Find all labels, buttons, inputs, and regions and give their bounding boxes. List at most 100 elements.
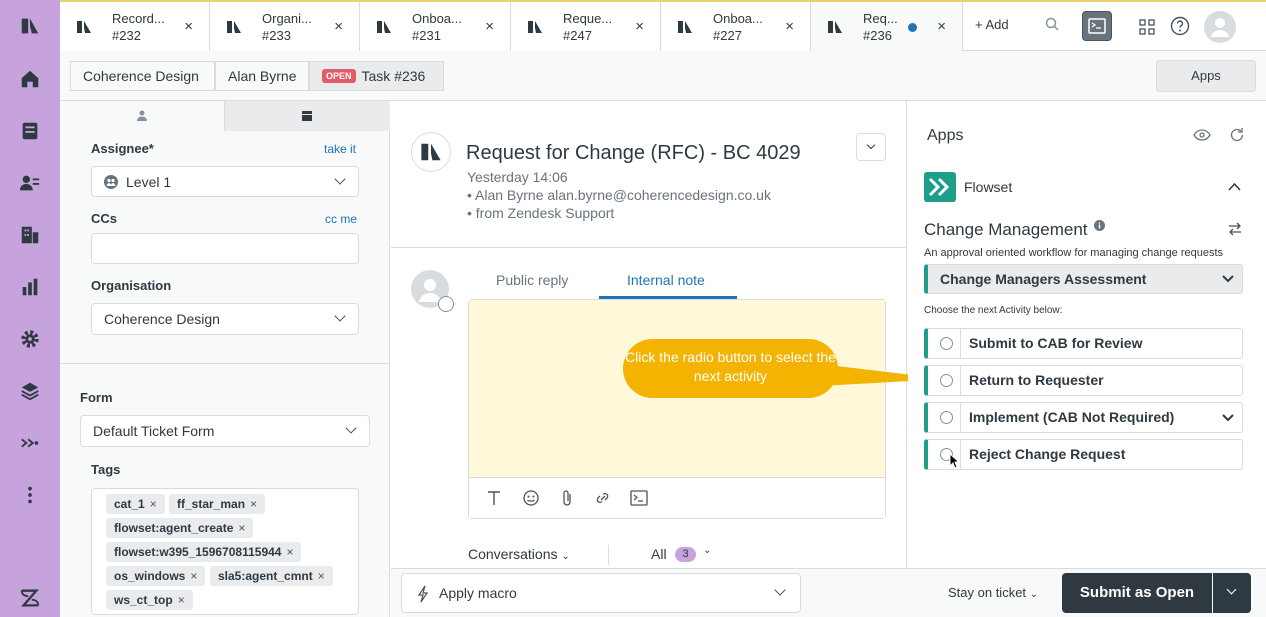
tab-number: #227 xyxy=(713,28,742,43)
form-select[interactable]: Default Ticket Form xyxy=(80,415,370,447)
tag-label: flowset:w395_1596708115944 xyxy=(114,545,282,559)
cc-me-link[interactable]: cc me xyxy=(325,212,357,226)
ticket-tab[interactable]: Organi... #233 × xyxy=(210,2,360,51)
close-icon[interactable]: × xyxy=(785,18,794,35)
tab-ticket[interactable] xyxy=(225,101,390,131)
chevron-up-icon[interactable] xyxy=(1228,182,1241,191)
organisation-select[interactable]: Coherence Design xyxy=(91,303,359,335)
emoji-icon[interactable] xyxy=(523,490,539,506)
flow-arrows-icon[interactable] xyxy=(18,431,42,455)
close-icon[interactable]: × xyxy=(485,18,494,35)
tag-chip[interactable]: ws_ct_top × xyxy=(106,590,193,610)
close-icon[interactable]: × xyxy=(184,18,193,35)
organizations-icon[interactable] xyxy=(18,223,42,247)
product-grid-icon[interactable] xyxy=(1139,19,1155,35)
admin-gear-icon[interactable] xyxy=(18,327,42,351)
chevron-down-icon: ⌄ xyxy=(561,551,570,562)
remove-tag-icon[interactable]: × xyxy=(150,497,157,511)
ticket-tab[interactable]: Reque... #247 × xyxy=(511,2,661,51)
activity-option[interactable]: Return to Requester xyxy=(924,365,1243,396)
breadcrumb-task[interactable]: OPEN Task #236 xyxy=(309,61,444,91)
activity-option[interactable]: Implement (CAB Not Required) xyxy=(924,402,1243,433)
submit-button[interactable]: Submit as Open xyxy=(1062,573,1212,613)
tag-chip[interactable]: sla5:agent_cmnt × xyxy=(210,566,333,586)
conversations-filter[interactable]: Conversations ⌄ xyxy=(468,546,570,562)
ticket-logo-icon xyxy=(227,21,241,33)
submit-options-button[interactable] xyxy=(1213,573,1251,613)
tab-internal-note[interactable]: Internal note xyxy=(627,272,705,288)
tab-title: Organi... xyxy=(262,11,312,26)
close-icon[interactable]: × xyxy=(635,18,644,35)
ticket-tab[interactable]: Onboa... #231 × xyxy=(360,2,511,51)
workflow-title: Change Management xyxy=(924,220,1106,240)
tag-chip[interactable]: ff_star_man × xyxy=(169,494,266,514)
ticket-tab[interactable]: Record... #232 × xyxy=(60,2,210,51)
breadcrumb-org[interactable]: Coherence Design xyxy=(70,61,215,91)
unsaved-dot-icon xyxy=(908,23,917,32)
tag-chip[interactable]: cat_1 × xyxy=(106,494,165,514)
divider xyxy=(960,440,961,469)
tab-public-reply[interactable]: Public reply xyxy=(496,272,568,288)
remove-tag-icon[interactable]: × xyxy=(178,593,185,607)
close-icon[interactable]: × xyxy=(334,18,343,35)
zendesk-logo-icon[interactable] xyxy=(18,14,42,38)
all-filter[interactable]: All xyxy=(651,546,667,562)
home-icon[interactable] xyxy=(18,67,42,91)
stack-icon[interactable] xyxy=(18,379,42,403)
remove-tag-icon[interactable]: × xyxy=(250,497,257,511)
add-tab-button[interactable]: + Add xyxy=(975,17,1009,32)
ccs-label: CCs xyxy=(91,211,118,226)
activity-radio[interactable] xyxy=(940,337,953,350)
swap-arrows-icon[interactable] xyxy=(1227,221,1243,237)
apply-macro-select[interactable]: Apply macro xyxy=(401,573,801,613)
console-icon[interactable] xyxy=(1082,11,1112,41)
tag-chip[interactable]: flowset:agent_create × xyxy=(106,518,254,538)
ticket-logo-icon xyxy=(828,21,842,33)
breadcrumb-user[interactable]: Alan Byrne xyxy=(215,61,309,91)
current-state-select[interactable]: Change Managers Assessment xyxy=(924,264,1243,294)
reporting-icon[interactable] xyxy=(18,275,42,299)
text-format-icon[interactable] xyxy=(487,490,501,506)
apps-button[interactable]: Apps xyxy=(1156,60,1256,92)
stay-on-ticket-select[interactable]: Stay on ticket ⌄ xyxy=(948,585,1038,600)
divider xyxy=(960,403,961,432)
search-icon[interactable] xyxy=(1045,17,1059,31)
activity-radio[interactable] xyxy=(940,411,953,424)
remove-tag-icon[interactable]: × xyxy=(238,521,245,535)
chevron-down-icon[interactable] xyxy=(1222,414,1234,422)
activity-radio[interactable] xyxy=(940,374,953,387)
remove-tag-icon[interactable]: × xyxy=(318,569,325,583)
workflow-description: An approval oriented workflow for managi… xyxy=(924,247,1224,259)
eye-icon[interactable] xyxy=(1193,129,1211,141)
conversations-label: Conversations xyxy=(468,546,558,562)
info-icon[interactable] xyxy=(1094,220,1106,231)
tab-user[interactable] xyxy=(60,101,225,131)
attachment-icon[interactable] xyxy=(561,489,573,507)
link-icon[interactable] xyxy=(594,490,611,506)
customers-icon[interactable] xyxy=(18,171,42,195)
remove-tag-icon[interactable]: × xyxy=(190,569,197,583)
assignee-select[interactable]: Level 1 xyxy=(91,166,359,197)
refresh-icon[interactable] xyxy=(1229,127,1245,143)
tag-chip[interactable]: os_windows × xyxy=(106,566,206,586)
activity-option[interactable]: Submit to CAB for Review xyxy=(924,328,1243,359)
activity-option[interactable]: Reject Change Request xyxy=(924,439,1243,470)
channel-logo xyxy=(411,132,451,172)
more-dots-icon[interactable] xyxy=(18,483,42,507)
code-block-icon[interactable] xyxy=(630,490,648,506)
user-avatar[interactable] xyxy=(1204,11,1236,43)
ticket-menu-button[interactable] xyxy=(856,133,886,161)
zendesk-z-icon[interactable] xyxy=(18,586,42,610)
remove-tag-icon[interactable]: × xyxy=(286,545,293,559)
ticket-tab-active[interactable]: Req... #236 × xyxy=(811,2,963,51)
take-it-link[interactable]: take it xyxy=(324,142,356,156)
ccs-input[interactable] xyxy=(91,233,359,264)
tab-number: #231 xyxy=(412,28,441,43)
ticket-tab[interactable]: Onboa... #227 × xyxy=(661,2,811,51)
help-icon[interactable] xyxy=(1170,16,1190,36)
views-icon[interactable] xyxy=(18,119,42,143)
chevron-down-icon xyxy=(334,310,346,322)
tag-label: flowset:agent_create xyxy=(114,521,234,535)
close-icon[interactable]: × xyxy=(937,18,946,35)
tag-chip[interactable]: flowset:w395_1596708115944 × xyxy=(106,542,302,562)
